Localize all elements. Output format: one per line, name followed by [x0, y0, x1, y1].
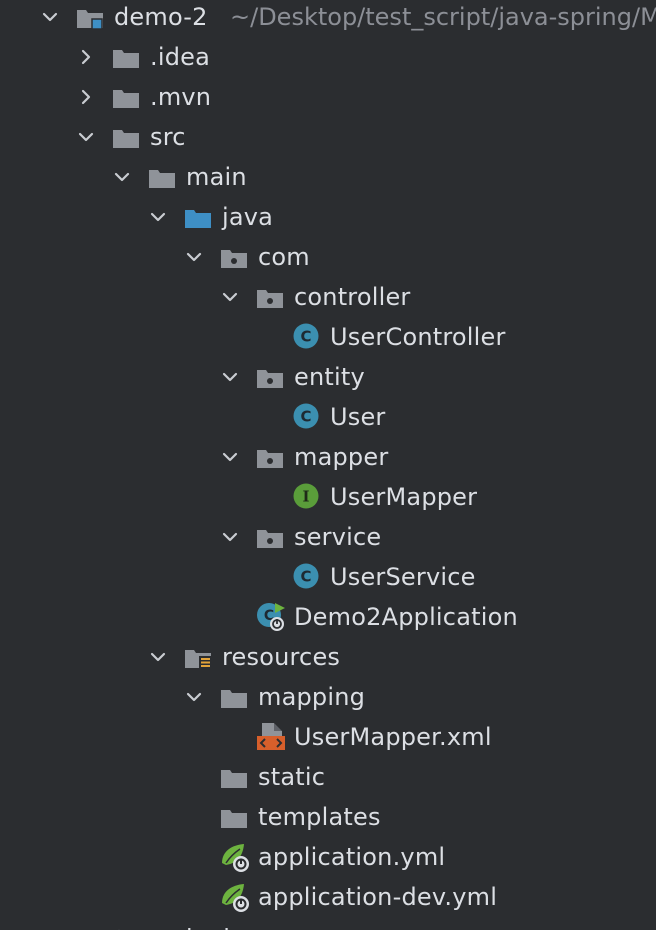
- tree-row-userservice[interactable]: C UserService: [0, 557, 656, 597]
- tree-item-label: UserMapper: [330, 483, 478, 511]
- class-icon: C: [292, 323, 320, 349]
- tree-row-user[interactable]: C User: [0, 397, 656, 437]
- package-icon: [256, 446, 284, 470]
- tree-item-label: service: [294, 523, 382, 551]
- tree-row-test[interactable]: test: [0, 917, 656, 930]
- spring-yml-icon: [220, 841, 249, 872]
- class-icon: C: [292, 403, 320, 429]
- chevron-down-icon[interactable]: [184, 687, 204, 707]
- tree-item-label: User: [330, 403, 386, 431]
- folder-icon: [148, 926, 176, 930]
- package-icon: [220, 246, 248, 270]
- svg-text:C: C: [300, 568, 311, 586]
- tree-row-demo2application[interactable]: C Demo2Application: [0, 597, 656, 637]
- tree-row-idea[interactable]: .idea: [0, 37, 656, 77]
- tree-row-main[interactable]: main: [0, 157, 656, 197]
- tree-row-entity[interactable]: entity: [0, 357, 656, 397]
- package-icon: [256, 286, 284, 310]
- tree-row-templates[interactable]: templates: [0, 797, 656, 837]
- interface-icon: I: [292, 483, 320, 509]
- chevron-down-icon[interactable]: [40, 7, 60, 27]
- chevron-right-icon[interactable]: [76, 87, 96, 107]
- svg-text:I: I: [302, 488, 309, 506]
- svg-text:C: C: [300, 408, 311, 426]
- source-folder-icon: [184, 206, 212, 230]
- tree-row-mapping[interactable]: mapping: [0, 677, 656, 717]
- tree-item-label: controller: [294, 283, 411, 311]
- tree-item-label: resources: [222, 643, 341, 671]
- chevron-down-icon[interactable]: [112, 167, 132, 187]
- chevron-down-icon[interactable]: [184, 247, 204, 267]
- tree-item-label: test: [186, 922, 233, 930]
- tree-row-mapper[interactable]: mapper: [0, 437, 656, 477]
- tree-item-label: Demo2Application: [294, 603, 518, 631]
- tree-row-usermapper[interactable]: I UserMapper: [0, 477, 656, 517]
- folder-icon: [112, 126, 140, 150]
- svg-text:C: C: [300, 328, 311, 346]
- tree-item-label: UserService: [330, 563, 476, 591]
- project-path: ~/Desktop/test_script/java-spring/M: [230, 3, 656, 31]
- tree-item-label: com: [258, 243, 310, 271]
- tree-row-resources[interactable]: resources: [0, 637, 656, 677]
- tree-row-mvn[interactable]: .mvn: [0, 77, 656, 117]
- tree-item-label: entity: [294, 363, 365, 391]
- chevron-down-icon[interactable]: [76, 127, 96, 147]
- tree-item-label: UserMapper.xml: [294, 723, 492, 751]
- tree-item-label: mapper: [294, 443, 389, 471]
- chevron-down-icon[interactable]: [148, 647, 168, 667]
- chevron-down-icon[interactable]: [220, 447, 240, 467]
- package-icon: [256, 526, 284, 550]
- folder-icon: [220, 806, 248, 830]
- tree-item-label: mapping: [258, 683, 366, 711]
- tree-item-label: src: [150, 123, 186, 151]
- tree-row-controller[interactable]: controller: [0, 277, 656, 317]
- chevron-down-icon[interactable]: [220, 287, 240, 307]
- class-icon: C: [292, 563, 320, 589]
- tree-item-label: java: [222, 203, 274, 231]
- tree-row-com[interactable]: com: [0, 237, 656, 277]
- folder-icon: [220, 766, 248, 790]
- tree-row-usercontroller[interactable]: C UserController: [0, 317, 656, 357]
- tree-item-label: .idea: [150, 43, 211, 71]
- tree-item-label: application-dev.yml: [258, 883, 498, 911]
- tree-row-demo-2[interactable]: demo-2 ~/Desktop/test_script/java-spring/…: [0, 0, 656, 37]
- tree-item-label: .mvn: [150, 83, 212, 111]
- folder-icon: [112, 86, 140, 110]
- resources-folder-icon: [184, 646, 212, 670]
- chevron-down-icon[interactable]: [220, 527, 240, 547]
- tree-item-label: application.yml: [258, 843, 446, 871]
- tree-row-application-yml[interactable]: application.yml: [0, 837, 656, 877]
- chevron-down-icon[interactable]: [148, 207, 168, 227]
- spring-yml-icon: [220, 881, 249, 912]
- tree-item-label: UserController: [330, 323, 506, 351]
- tree-row-static[interactable]: static: [0, 757, 656, 797]
- chevron-right-icon[interactable]: [76, 47, 96, 67]
- xml-file-icon: [256, 722, 285, 750]
- tree-item-label: static: [258, 763, 326, 791]
- package-icon: [256, 366, 284, 390]
- project-tree: demo-2 ~/Desktop/test_script/java-spring/…: [0, 0, 656, 930]
- tree-row-usermapper-xml[interactable]: UserMapper.xml: [0, 717, 656, 757]
- tree-row-application-dev-yml[interactable]: application-dev.yml: [0, 877, 656, 917]
- module-folder-icon: [76, 6, 104, 30]
- tree-row-src[interactable]: src: [0, 117, 656, 157]
- tree-item-label: main: [186, 163, 247, 191]
- spring-boot-class-icon: C: [256, 602, 285, 631]
- folder-icon: [112, 46, 140, 70]
- folder-icon: [148, 166, 176, 190]
- tree-row-java[interactable]: java: [0, 197, 656, 237]
- chevron-down-icon[interactable]: [220, 367, 240, 387]
- folder-icon: [220, 686, 248, 710]
- tree-row-service[interactable]: service: [0, 517, 656, 557]
- tree-item-label: demo-2: [114, 3, 208, 31]
- tree-item-label: templates: [258, 803, 381, 831]
